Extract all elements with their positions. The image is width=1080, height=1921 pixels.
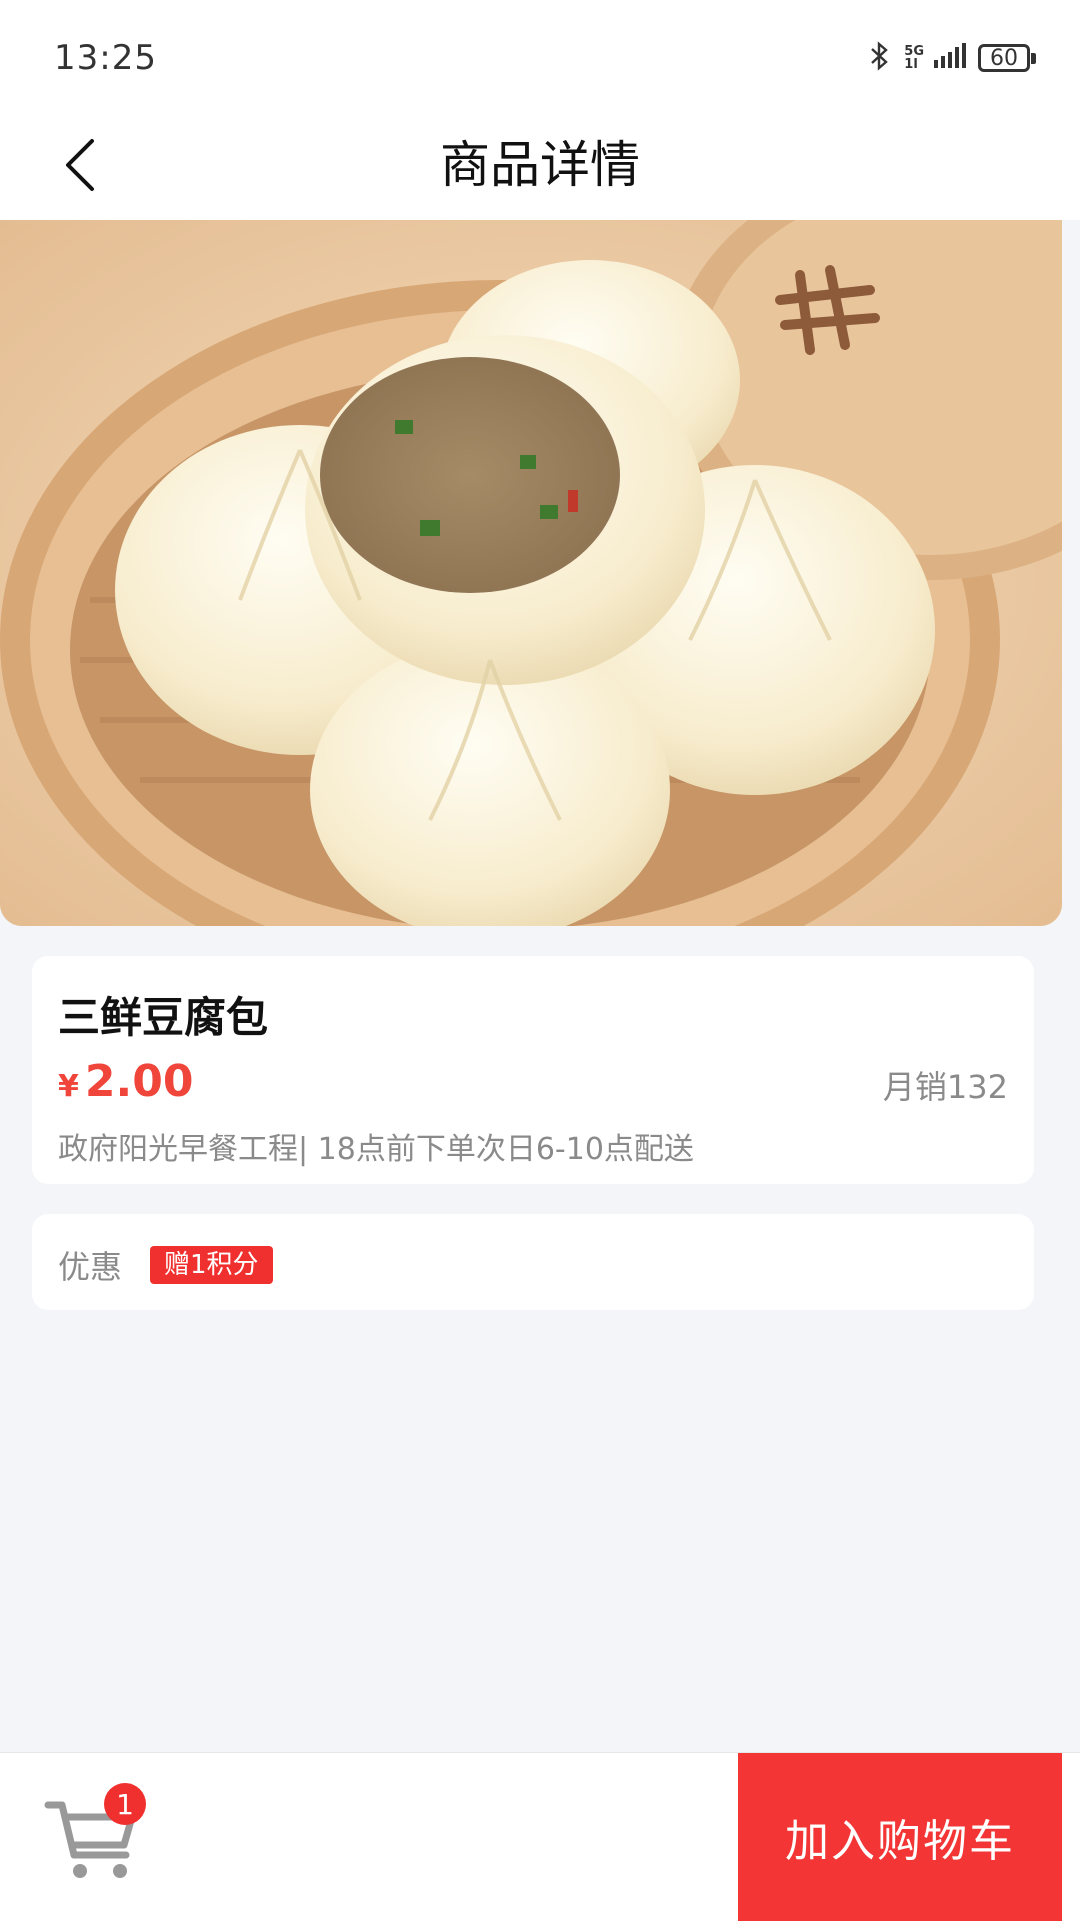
status-icons: 5G 1l 60 [868,40,1036,76]
currency-symbol: ¥ [58,1069,79,1104]
product-name: 三鲜豆腐包 [58,993,269,1042]
status-bar: 13:25 5G 1l 60 [0,0,1080,110]
signal-icon [932,42,966,74]
battery-icon: 60 [978,44,1036,72]
product-image [0,220,1062,926]
status-time: 13:25 [54,38,157,78]
bottom-action-bar: 1 加入购物车 [0,1752,1080,1921]
promotion-card: 优惠 赠1积分 [32,1214,1034,1310]
product-description: 政府阳光早餐工程| 18点前下单次日6-10点配送 [58,1132,694,1167]
points-badge: 赠1积分 [150,1246,273,1284]
cart-count-badge: 1 [104,1783,146,1825]
monthly-sales: 月销132 [882,1068,1008,1106]
product-info-card: 三鲜豆腐包 ¥ 2.00 月销132 政府阳光早餐工程| 18点前下单次日6-1… [32,956,1034,1184]
page-title: 商品详情 [440,136,640,194]
cart-button[interactable]: 1 [44,1783,154,1887]
price-amount: 2.00 [84,1056,194,1107]
bluetooth-icon [868,40,892,76]
product-price: ¥ 2.00 [58,1056,193,1107]
promotion-label: 优惠 [58,1248,123,1286]
navigation-bar: 商品详情 [0,110,1080,220]
add-to-cart-button[interactable]: 加入购物车 [738,1753,1062,1921]
network-type-label: 5G 1l [904,44,924,72]
